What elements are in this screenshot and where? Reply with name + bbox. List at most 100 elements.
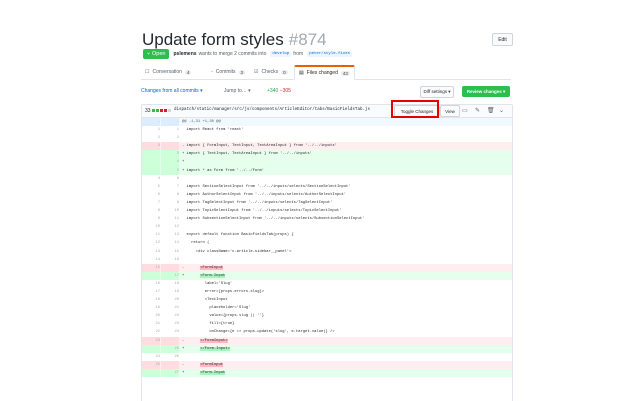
status-badge: ⑂ Open xyxy=(143,49,170,59)
old-line-number[interactable] xyxy=(142,166,160,175)
new-line-number[interactable] xyxy=(161,360,179,369)
new-line-number[interactable]: 22 xyxy=(161,312,179,321)
new-line-number[interactable]: 8 xyxy=(161,190,179,199)
old-line-number[interactable] xyxy=(142,271,160,280)
diffstat-del-block xyxy=(164,109,167,112)
tab-label: Conversation xyxy=(152,69,182,75)
new-line-number[interactable]: 7 xyxy=(161,182,179,191)
old-line-number[interactable]: 7 xyxy=(142,198,160,208)
old-line-number[interactable] xyxy=(142,158,160,167)
new-line-number[interactable]: 9 xyxy=(161,198,179,208)
chevron-down-icon[interactable]: ⌄ xyxy=(499,107,504,114)
old-line-number[interactable]: 5 xyxy=(142,182,160,191)
new-line-number[interactable]: 23 xyxy=(161,320,179,329)
old-line-number[interactable]: 11 xyxy=(142,231,160,240)
old-line-number[interactable]: 21 xyxy=(142,320,160,329)
new-line-number[interactable]: 19 xyxy=(161,287,179,297)
tab-conversation[interactable]: ☐ Conversation 4 xyxy=(145,66,192,78)
old-line-number[interactable] xyxy=(142,150,160,159)
old-line-number[interactable] xyxy=(142,368,160,377)
desktop-icon[interactable]: ▭ xyxy=(462,107,468,114)
new-line-number[interactable]: 21 xyxy=(161,304,179,313)
new-line-number[interactable]: 3 xyxy=(161,150,179,159)
diff-line-ctx: 19 21 placeholder='Slug' xyxy=(142,304,512,313)
new-line-number[interactable]: 2 xyxy=(161,134,179,143)
head-branch[interactable]: peter/style-fixes xyxy=(307,51,352,57)
old-line-number[interactable]: 24 xyxy=(142,352,160,361)
new-line-number[interactable]: 24 xyxy=(161,328,179,337)
old-line-number[interactable]: 15 xyxy=(142,263,160,272)
tab-commits[interactable]: ◦ Commits 3 xyxy=(211,66,246,78)
old-line-number[interactable]: 9 xyxy=(142,215,160,224)
changes-from-dropdown[interactable]: Changes from all commits ▾ xyxy=(141,88,203,94)
code-change-highlight: </Form.Input> xyxy=(200,346,230,351)
old-line-number[interactable] xyxy=(142,344,160,353)
old-line-number[interactable]: 19 xyxy=(142,304,160,313)
new-line-number[interactable]: 25 xyxy=(161,344,179,353)
old-line-number[interactable]: … xyxy=(142,118,160,127)
old-line-number[interactable]: 6 xyxy=(142,190,160,199)
code-line: - </FormInput> xyxy=(182,337,512,345)
old-line-number[interactable]: 12 xyxy=(142,239,160,248)
new-line-number[interactable]: 20 xyxy=(161,296,179,305)
pr-number: #874 xyxy=(288,30,327,49)
old-line-number[interactable]: 13 xyxy=(142,247,160,256)
new-line-number[interactable]: 12 xyxy=(161,223,179,232)
new-line-number[interactable] xyxy=(161,336,179,345)
new-line-number[interactable]: 13 xyxy=(161,231,179,240)
code-prefix: + xyxy=(182,273,201,278)
new-line-number[interactable]: 4 xyxy=(161,158,179,167)
old-line-number[interactable]: 10 xyxy=(142,223,160,232)
new-line-number[interactable]: 1 xyxy=(161,126,179,135)
old-line-number[interactable]: 23 xyxy=(142,336,160,345)
jump-to-dropdown[interactable]: Jump to… ▾ xyxy=(224,88,251,94)
new-line-number[interactable]: 18 xyxy=(161,279,179,288)
code-line: import AuthorSelectInput from '../../inp… xyxy=(182,192,347,197)
code-line: export default function BasicFieldsTab(p… xyxy=(182,233,294,238)
old-line-number[interactable]: 8 xyxy=(142,207,160,216)
new-line-number[interactable]: 27 xyxy=(161,368,179,377)
new-line-number[interactable] xyxy=(161,263,179,272)
file-diff-icon: ▤ xyxy=(299,70,304,76)
new-line-number[interactable]: 11 xyxy=(161,215,179,224)
file-path[interactable]: dispatch/static/manager/src/js/component… xyxy=(174,108,370,112)
author-link[interactable]: pslemens xyxy=(173,51,196,57)
old-line-number[interactable]: 18 xyxy=(142,296,160,305)
diff-settings-button[interactable]: Diff settings ▾ xyxy=(420,86,454,98)
new-line-number[interactable]: 14 xyxy=(161,239,179,248)
diff-line-ctx: 22 24 onChange={e => props.update('slug',… xyxy=(142,328,512,337)
new-line-number[interactable]: 17 xyxy=(161,271,179,280)
old-line-number[interactable]: 3 xyxy=(142,142,160,151)
trash-icon[interactable]: 🗑 xyxy=(487,107,495,114)
code-line: + <Form.Input xyxy=(182,272,512,280)
view-file-button[interactable]: View xyxy=(440,105,460,117)
old-line-number[interactable]: 17 xyxy=(142,287,160,297)
pr-title: Update form styles #874 xyxy=(142,30,327,50)
old-line-number[interactable]: 25 xyxy=(142,360,160,369)
review-changes-button[interactable]: Review changes ▾ xyxy=(462,86,510,97)
edit-button[interactable]: Edit xyxy=(492,33,513,46)
base-branch[interactable]: develop xyxy=(270,51,292,57)
tab-files-changed[interactable]: ▤ Files changed 43 xyxy=(294,65,355,80)
old-line-number[interactable]: 4 xyxy=(142,174,160,183)
old-line-number[interactable]: 20 xyxy=(142,312,160,321)
tab-checks[interactable]: ☑ Checks 0 xyxy=(254,66,288,78)
new-line-number[interactable]: 26 xyxy=(161,352,179,361)
new-line-number[interactable]: 5 xyxy=(161,166,179,175)
code-line: label='Slug' xyxy=(182,281,233,286)
old-line-number[interactable]: 2 xyxy=(142,134,160,143)
old-line-number[interactable]: 16 xyxy=(142,279,160,288)
code-line: + import * as Form from '../../Form' xyxy=(182,168,265,173)
pencil-icon[interactable]: ✎ xyxy=(475,107,480,114)
new-line-number[interactable]: 10 xyxy=(161,207,179,216)
tab-count: 0 xyxy=(281,69,288,75)
pr-tabs: ☐ Conversation 4 ◦ Commits 3 ☑ Checks 0 ▤ Files… xyxy=(141,65,511,80)
new-line-number[interactable]: 6 xyxy=(161,174,179,183)
old-line-number[interactable]: 22 xyxy=(142,328,160,337)
new-line-number[interactable]: 15 xyxy=(161,247,179,256)
new-line-number[interactable]: 16 xyxy=(161,255,179,264)
new-line-number[interactable] xyxy=(161,142,179,151)
old-line-number[interactable]: 14 xyxy=(142,255,160,264)
old-line-number[interactable]: 1 xyxy=(142,126,160,135)
new-line-number[interactable]: … xyxy=(161,118,179,127)
